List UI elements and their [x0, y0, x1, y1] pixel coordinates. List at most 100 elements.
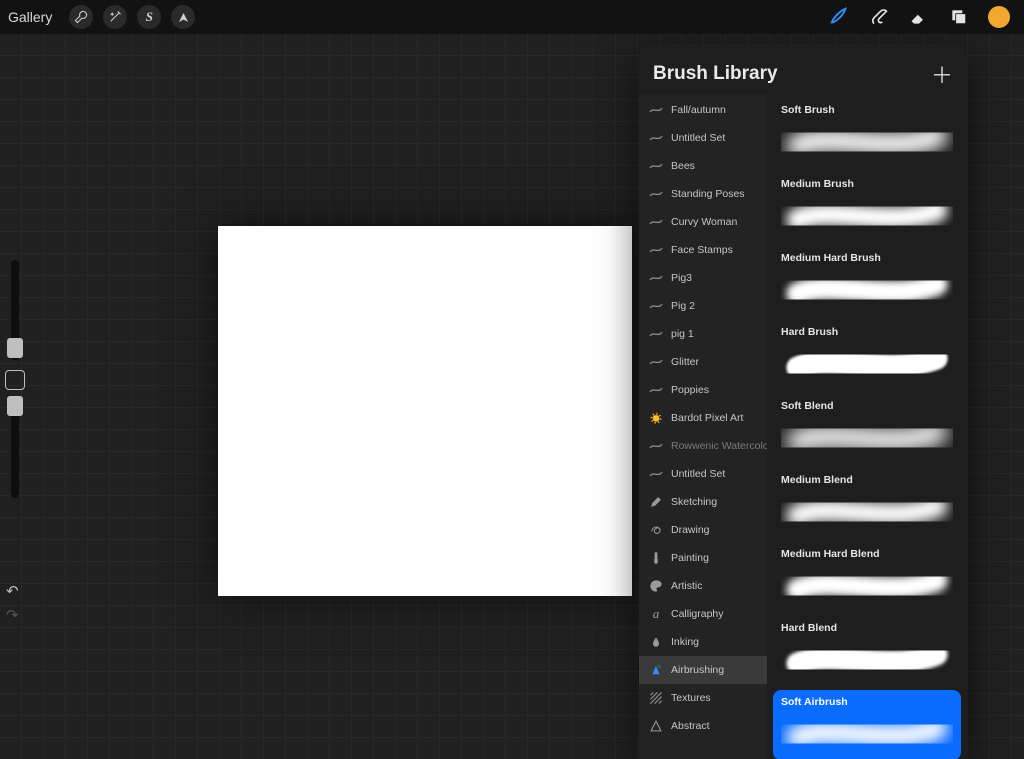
brush-item[interactable]: Medium Hard Blend	[773, 542, 961, 612]
hatch-icon	[649, 691, 663, 705]
brush-item[interactable]: Hard Brush	[773, 320, 961, 390]
wrench-icon[interactable]	[69, 5, 93, 29]
add-brush-icon[interactable]: ＋	[931, 58, 953, 90]
category-label: Untitled Set	[671, 468, 725, 480]
category-label: Untitled Set	[671, 132, 725, 144]
ink-icon	[649, 635, 663, 649]
layers-icon[interactable]	[948, 6, 970, 28]
category-item[interactable]: Abstract	[639, 712, 767, 740]
brush-label: Hard Blend	[781, 622, 953, 634]
eraser-tool-icon[interactable]	[908, 6, 930, 28]
brush-category-list[interactable]: Fall/autumn Untitled Set Bees Standing Pose…	[639, 94, 767, 759]
category-label: Face Stamps	[671, 244, 733, 256]
category-item[interactable]: Artistic	[639, 572, 767, 600]
category-item[interactable]: Bees	[639, 152, 767, 180]
brush-stroke-preview	[781, 562, 953, 608]
smudge-tool-icon[interactable]	[868, 6, 890, 28]
category-item[interactable]: Textures	[639, 684, 767, 712]
modifier-button[interactable]	[5, 370, 25, 390]
brush-stroke-preview	[781, 636, 953, 682]
stroke-icon	[649, 355, 663, 369]
undo-redo: ↶ ↷	[6, 576, 19, 630]
brush-label: Medium Blend	[781, 474, 953, 486]
category-item[interactable]: Airbrushing	[639, 656, 767, 684]
category-label: Glitter	[671, 356, 699, 368]
category-item[interactable]: Untitled Set	[639, 124, 767, 152]
undo-icon[interactable]: ↶	[6, 582, 19, 600]
stroke-icon	[649, 439, 663, 453]
category-label: Sketching	[671, 496, 717, 508]
brush-size-slider[interactable]	[11, 260, 19, 360]
category-item[interactable]: ☀️Bardot Pixel Art	[639, 404, 767, 432]
brush-stroke-preview	[781, 266, 953, 312]
brush-label: Soft Airbrush	[781, 696, 953, 708]
stroke-icon	[649, 271, 663, 285]
category-label: Abstract	[671, 720, 710, 732]
category-label: pig 1	[671, 328, 694, 340]
category-item[interactable]: Painting	[639, 544, 767, 572]
category-item[interactable]: Pig3	[639, 264, 767, 292]
category-label: Pig3	[671, 272, 692, 284]
stroke-icon	[649, 187, 663, 201]
category-item[interactable]: Standing Poses	[639, 180, 767, 208]
brush-label: Medium Hard Brush	[781, 252, 953, 264]
pencil-icon	[649, 495, 663, 509]
arrow-icon[interactable]	[171, 5, 195, 29]
loop-icon	[649, 523, 663, 537]
category-item[interactable]: Face Stamps	[639, 236, 767, 264]
brush-stroke-preview	[781, 710, 953, 756]
brush-label: Soft Blend	[781, 400, 953, 412]
category-item[interactable]: Glitter	[639, 348, 767, 376]
selection-icon[interactable]: S	[137, 5, 161, 29]
color-picker-icon[interactable]	[988, 6, 1010, 28]
category-label: Inking	[671, 636, 699, 648]
category-label: Drawing	[671, 524, 710, 536]
category-label: Poppies	[671, 384, 709, 396]
brush-item[interactable]: Medium Brush	[773, 172, 961, 242]
brush-list[interactable]: Soft Brush Medium Brush Medium Hard Brus…	[767, 94, 967, 759]
brush-stroke-preview	[781, 414, 953, 460]
opacity-slider[interactable]	[11, 398, 19, 498]
category-item[interactable]: Inking	[639, 628, 767, 656]
brush-item[interactable]: Medium Blend	[773, 468, 961, 538]
category-item[interactable]: Pig 2	[639, 292, 767, 320]
category-label: Textures	[671, 692, 711, 704]
category-item[interactable]: pig 1	[639, 320, 767, 348]
brush-label: Soft Brush	[781, 104, 953, 116]
paint-icon	[649, 551, 663, 565]
stroke-icon	[649, 215, 663, 229]
redo-icon[interactable]: ↷	[6, 606, 19, 624]
category-item[interactable]: Fall/autumn	[639, 96, 767, 124]
brush-item[interactable]: Soft Blend	[773, 394, 961, 464]
brush-library-panel: Brush Library ＋ Fall/autumnUntitled SetB…	[639, 44, 967, 759]
top-toolbar: Gallery S	[0, 0, 1024, 34]
brush-label: Medium Brush	[781, 178, 953, 190]
category-item[interactable]: Poppies	[639, 376, 767, 404]
brush-stroke-preview	[781, 192, 953, 238]
category-item[interactable]: Sketching	[639, 488, 767, 516]
brush-item[interactable]: Hard Blend	[773, 616, 961, 686]
category-label: Curvy Woman	[671, 216, 737, 228]
category-item[interactable]: Curvy Woman	[639, 208, 767, 236]
canvas[interactable]	[218, 226, 632, 596]
stroke-icon	[649, 159, 663, 173]
category-label: Calligraphy	[671, 608, 724, 620]
category-item[interactable]: a Calligraphy	[639, 600, 767, 628]
category-label: Bees	[671, 160, 695, 172]
stroke-icon	[649, 131, 663, 145]
category-item[interactable]: Drawing	[639, 516, 767, 544]
abs-icon	[649, 719, 663, 733]
category-label: Standing Poses	[671, 188, 745, 200]
wand-icon[interactable]	[103, 5, 127, 29]
brush-label: Hard Brush	[781, 326, 953, 338]
brush-item[interactable]: Soft Brush	[773, 98, 961, 168]
category-item[interactable]: Rowwenic Watercolor	[639, 432, 767, 460]
calli-icon: a	[649, 607, 663, 621]
brush-item[interactable]: Soft Airbrush	[773, 690, 961, 759]
category-label: Bardot Pixel Art	[671, 412, 743, 424]
category-item[interactable]: Untitled Set	[639, 460, 767, 488]
brush-item[interactable]: Medium Hard Brush	[773, 246, 961, 316]
category-label: Airbrushing	[671, 664, 724, 676]
brush-tool-icon[interactable]	[828, 6, 850, 28]
gallery-button[interactable]: Gallery	[8, 9, 52, 25]
